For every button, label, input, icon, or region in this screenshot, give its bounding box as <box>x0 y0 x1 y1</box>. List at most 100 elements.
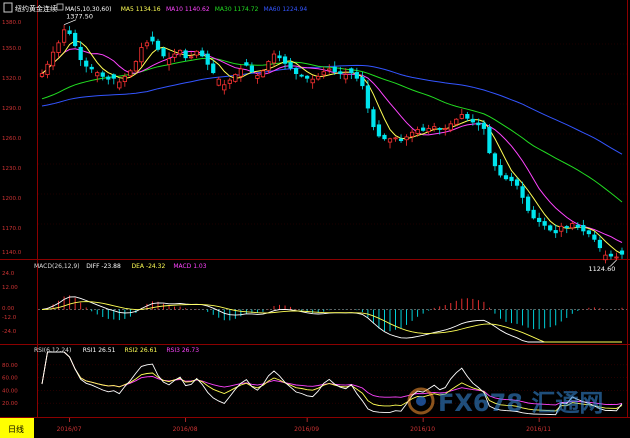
candle-body <box>465 114 470 119</box>
candle-body <box>177 49 183 55</box>
macd-tick-label: -12.0 <box>2 315 17 321</box>
candle-body <box>426 128 431 133</box>
macd-tick-label: 24.0 <box>2 271 15 277</box>
ma-legend-item: MA60 1224.94 <box>264 6 308 13</box>
candle-body <box>597 239 603 249</box>
candle-body <box>470 118 475 123</box>
candle-body <box>266 61 271 71</box>
candle-body <box>95 72 100 77</box>
macd-legend: MACD(26,12,9) DIFF -23.88 DEA -24.32 MACD 1… <box>34 263 207 270</box>
candle-body <box>233 74 238 82</box>
candle-body <box>619 250 625 255</box>
macd-legend-item: DEA -24.32 <box>132 263 166 270</box>
candle-body <box>365 85 371 109</box>
candle-body <box>592 234 597 240</box>
candle-body <box>67 30 72 34</box>
candle-body <box>316 75 321 80</box>
candle-body <box>222 84 227 91</box>
time-tick-label: 2016/11 <box>526 426 551 433</box>
candle-body <box>144 42 150 47</box>
candle-body <box>305 75 310 79</box>
candle-body <box>45 63 50 75</box>
candle-body <box>548 225 553 231</box>
candle-body <box>216 78 221 86</box>
candle-body <box>559 225 564 232</box>
candle-body <box>614 256 619 259</box>
candle-body <box>349 68 354 74</box>
candle-body <box>61 29 67 43</box>
candle <box>487 124 492 155</box>
ma-legend-item: MA5 1134.16 <box>121 6 161 13</box>
candle <box>133 60 139 73</box>
candle <box>525 194 531 214</box>
candle-body <box>277 55 282 59</box>
rsi-tick-label: 80.00 <box>2 363 18 369</box>
candle-body <box>238 68 243 77</box>
candle-body <box>249 65 255 73</box>
candle-body <box>586 230 591 235</box>
candle-body <box>211 63 216 74</box>
candle <box>233 73 238 83</box>
candle-body <box>338 71 343 74</box>
candle-body <box>382 134 387 140</box>
candle-body <box>194 50 199 56</box>
candle-body <box>327 68 332 71</box>
macd-tick-label: -24.0 <box>2 329 17 335</box>
candle-body <box>564 226 569 228</box>
time-tick-label: 2016/10 <box>410 426 435 433</box>
candle-body <box>205 53 210 65</box>
chart-title: 纽约黄金连续 <box>15 4 57 13</box>
candle-body <box>575 224 580 228</box>
rsi-legend-item: RSI1 26.51 <box>83 347 116 354</box>
time-tick-label: 2016/08 <box>173 426 198 433</box>
candle-body <box>288 62 293 69</box>
candle-body <box>183 50 188 59</box>
candle-body <box>570 223 575 229</box>
candle-body <box>100 72 105 77</box>
candle-body <box>437 128 442 130</box>
candle-body <box>404 136 409 141</box>
candle-body <box>200 50 205 57</box>
candle-body <box>255 75 260 79</box>
candle-body <box>161 48 166 57</box>
candle-body <box>39 73 45 77</box>
rsi-tick-label: 40.00 <box>2 388 18 394</box>
candle-body <box>387 138 393 143</box>
candle-body <box>498 165 503 176</box>
candle-body <box>155 40 161 50</box>
candle-body <box>553 230 558 234</box>
candle-body <box>332 66 337 73</box>
rsi-tick-label: 60.00 <box>2 376 18 382</box>
price-tick-label: 1350.0 <box>2 46 22 52</box>
macd-legend-item: MACD(26,12,9) <box>34 263 80 270</box>
candle-body <box>122 75 127 82</box>
candle-body <box>56 42 61 53</box>
candle-body <box>409 131 415 137</box>
rsi-tick-label: 20.00 <box>2 401 18 407</box>
candle-body <box>189 56 194 59</box>
macd-legend-item: DIFF -23.88 <box>86 263 121 270</box>
candle-body <box>542 221 547 226</box>
price-tick-label: 1170.0 <box>2 226 22 232</box>
candle-body <box>509 176 514 182</box>
low-label: 1124.60 <box>588 265 615 273</box>
rsi-legend-item: RSI2 26.61 <box>125 347 158 354</box>
candle-body <box>459 114 464 119</box>
candle-body <box>476 122 481 126</box>
candle-body <box>514 179 520 186</box>
candle-body <box>139 47 144 63</box>
candle-body <box>282 56 288 64</box>
watermark: FX678 汇通网 <box>407 387 603 417</box>
high-label: 1377.50 <box>66 13 93 21</box>
price-tick-label: 1260.0 <box>2 136 22 142</box>
candle-body <box>150 36 155 42</box>
macd-legend-item: MACD 1.03 <box>173 263 206 270</box>
candle-body <box>398 138 404 142</box>
candle-body <box>133 61 139 72</box>
candle-body <box>537 217 542 223</box>
candle-body <box>393 137 398 140</box>
candle-body <box>608 253 614 257</box>
candle-body <box>271 53 277 64</box>
candle-body <box>117 81 122 89</box>
price-tick-label: 1200.0 <box>2 196 22 202</box>
